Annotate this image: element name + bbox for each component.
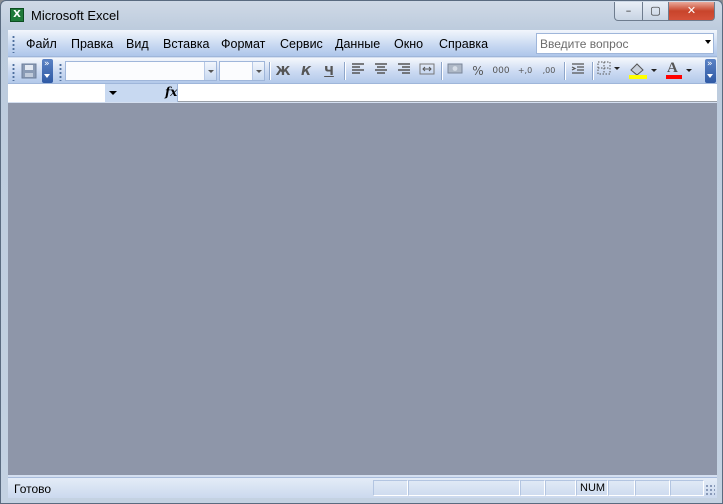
num-lock-indicator: NUM [576,480,608,496]
maximize-button[interactable]: ▢ [642,2,669,21]
font-name-combo[interactable] [65,61,217,81]
workbook-area[interactable] [8,103,717,475]
borders-icon [597,61,620,75]
indent-button[interactable] [568,61,588,81]
fill-color-button[interactable] [626,61,660,81]
menu-insert[interactable]: Вставка [163,37,209,51]
status-cell [635,480,670,496]
toolbar: Ж К Ч % 000 +,0 ,00 [8,58,717,84]
toolbar-overflow-button-1[interactable] [42,59,53,83]
menu-bar: Файл Правка Вид Вставка Формат Сервис Да… [8,30,717,57]
menu-view[interactable]: Вид [126,37,149,51]
percent-button[interactable]: % [468,61,488,81]
menu-data[interactable]: Данные [335,37,380,51]
excel-window: X Microsoft Excel – ▢ ✕ Файл Правка Вид … [0,0,723,504]
menu-tools[interactable]: Сервис [280,37,323,51]
merge-center-button[interactable] [417,61,437,81]
minimize-button[interactable]: – [614,2,643,21]
help-question-placeholder: Введите вопрос [540,37,629,51]
window-title: Microsoft Excel [31,8,120,23]
status-text: Готово [14,482,52,496]
align-center-icon [375,63,387,74]
font-color-button[interactable]: A [663,60,697,81]
menubar-grip[interactable] [12,35,15,53]
help-question-input[interactable]: Введите вопрос [536,33,714,54]
status-cell [408,480,520,496]
font-color-letter: A [667,60,678,76]
menu-file[interactable]: Файл [26,37,57,51]
title-bar[interactable]: X Microsoft Excel – ▢ ✕ [1,1,722,29]
toolbar-separator [269,62,270,80]
merge-center-icon [419,63,435,75]
status-bar: Готово NUM [8,477,717,498]
status-cell [608,480,635,496]
italic-button[interactable]: К [296,61,316,81]
formatting-grip[interactable] [59,63,62,81]
underline-button[interactable]: Ч [319,61,339,81]
excel-icon[interactable]: X [10,8,24,22]
currency-icon [447,63,463,74]
indent-icon [571,63,584,74]
fill-color-icon [629,63,657,79]
formula-input[interactable] [179,84,717,102]
align-right-icon [398,63,410,74]
increase-decimal-button[interactable]: +,0 [514,61,536,81]
align-right-button[interactable] [394,61,414,81]
thousands-separator-button[interactable]: 000 [490,61,512,81]
toolbar-grip[interactable] [12,63,15,81]
status-cell [373,480,408,496]
toolbar-separator [344,62,345,80]
toolbar-separator [564,62,565,80]
menu-edit[interactable]: Правка [71,37,113,51]
align-left-icon [352,63,364,74]
chevron-down-icon[interactable] [705,40,711,44]
align-center-button[interactable] [371,61,391,81]
menu-help[interactable]: Справка [439,37,488,51]
bold-button[interactable]: Ж [273,61,293,81]
name-box[interactable]: fx [8,84,178,102]
insert-function-button[interactable]: fx [165,85,177,99]
align-left-button[interactable] [348,61,368,81]
formula-bar: fx [8,84,717,102]
status-cell [520,480,545,496]
menu-window[interactable]: Окно [394,37,423,51]
status-cell [670,480,704,496]
borders-button[interactable] [596,61,622,81]
chevron-down-icon[interactable] [204,62,216,80]
save-icon [21,63,37,79]
toolbar-separator [441,62,442,80]
chevron-down-icon[interactable] [109,91,117,95]
toolbar-overflow-button-2[interactable] [705,59,716,83]
decrease-decimal-button[interactable]: ,00 [538,61,560,81]
close-button[interactable]: ✕ [668,2,715,21]
currency-button[interactable] [445,61,465,81]
chevron-down-icon[interactable] [252,62,264,80]
resize-grip[interactable] [705,484,715,496]
save-button[interactable] [19,61,39,81]
toolbar-separator [592,62,593,80]
menu-format[interactable]: Формат [221,37,265,51]
status-cell [545,480,576,496]
font-size-combo[interactable] [219,61,265,81]
app-client-area: Файл Правка Вид Вставка Формат Сервис Да… [8,30,717,498]
